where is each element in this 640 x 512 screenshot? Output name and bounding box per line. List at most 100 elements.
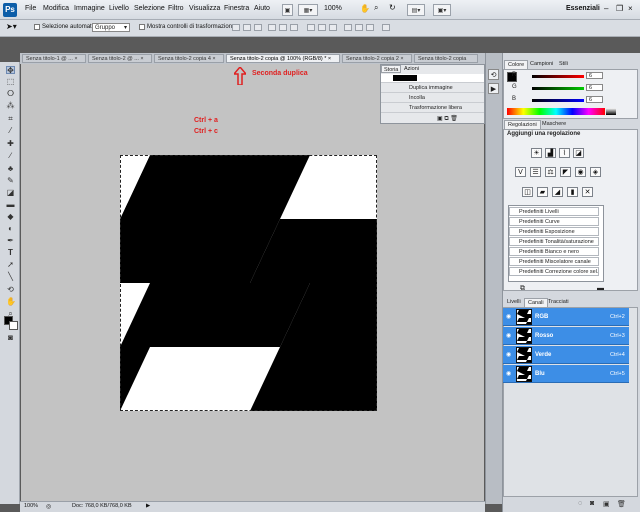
gradient-map-icon[interactable]: ▮ <box>567 187 578 197</box>
grayscale-ramp[interactable] <box>606 108 616 115</box>
minimize-icon[interactable]: – <box>604 4 608 13</box>
curves-icon[interactable]: ⌇ <box>559 148 570 158</box>
eyedropper-tool-icon[interactable]: ⁄ <box>6 127 15 135</box>
eye-icon[interactable]: ◉ <box>506 313 511 320</box>
rotate-view-icon[interactable]: ↻ <box>389 3 396 12</box>
brush-tool-icon[interactable]: ∕ <box>6 152 15 160</box>
eye-icon[interactable]: ◉ <box>506 370 511 377</box>
history-panel-icon[interactable]: ⟲ <box>488 69 499 80</box>
3d-rotate-tool-icon[interactable]: ⟲ <box>6 286 15 294</box>
hand-icon[interactable]: ✋ <box>360 4 370 13</box>
tab-tracciati[interactable]: Tracciati <box>545 298 572 307</box>
preset-exposure[interactable]: Predefiniti Esposizione <box>509 227 599 236</box>
menu-aiuto[interactable]: Aiuto <box>254 5 270 12</box>
menu-filtro[interactable]: Filtro <box>168 5 184 12</box>
preset-levels[interactable]: Predefiniti Livelli <box>509 207 599 216</box>
channel-mixer-icon[interactable]: ◈ <box>590 167 601 177</box>
workspace-switcher[interactable]: Essenziali <box>566 5 600 12</box>
auto-align-icon[interactable] <box>382 24 390 31</box>
status-menu-arrow-icon[interactable]: ▶ <box>146 503 150 509</box>
status-info-icon[interactable]: ◎ <box>46 503 51 510</box>
eye-icon[interactable]: ◉ <box>506 332 511 339</box>
menu-modifica[interactable]: Modifica <box>43 5 69 12</box>
r-slider[interactable] <box>532 75 584 78</box>
align-vcenter-icon[interactable] <box>243 24 251 31</box>
pen-tool-icon[interactable]: ✒ <box>6 237 15 245</box>
tab-copia-4[interactable]: Senza titolo-2 copia 4 × <box>154 54 224 63</box>
menu-file[interactable]: File <box>25 5 36 12</box>
history-row[interactable]: Duplica immagine <box>381 84 484 93</box>
distribute-hcenter-icon[interactable] <box>355 24 363 31</box>
dodge-tool-icon[interactable]: ◐ <box>6 225 15 233</box>
preset-bw[interactable]: Predefiniti Bianco e nero <box>509 247 599 256</box>
photo-filter-icon[interactable]: ◉ <box>575 167 586 177</box>
close-icon[interactable]: × <box>628 4 633 13</box>
stamp-tool-icon[interactable]: ♣ <box>6 165 15 173</box>
threshold-icon[interactable]: ◢ <box>552 187 563 197</box>
exposure-icon[interactable]: ◪ <box>573 148 584 158</box>
zoom-icon[interactable]: ⌕ <box>374 3 378 13</box>
status-zoom[interactable]: 100% <box>24 503 38 509</box>
menu-immagine[interactable]: Immagine <box>74 5 105 12</box>
history-brush-tool-icon[interactable]: ✎ <box>6 177 15 185</box>
hand-tool-icon[interactable]: ✋ <box>6 298 16 306</box>
shape-tool-icon[interactable]: ╲ <box>6 273 15 281</box>
auto-select-checkbox[interactable] <box>34 24 40 30</box>
b-slider[interactable] <box>532 99 584 102</box>
brightness-icon[interactable]: ☀ <box>531 148 542 158</box>
tab-copia-active[interactable]: Senza titolo-2 copia @ 100% (RGB/8) * × <box>226 54 340 63</box>
eraser-tool-icon[interactable]: ◪ <box>6 189 15 197</box>
gradient-tool-icon[interactable]: ▬ <box>6 201 15 209</box>
invert-icon[interactable]: ◫ <box>522 187 533 197</box>
distribute-bottom-icon[interactable] <box>329 24 337 31</box>
crop-tool-icon[interactable]: ⌗ <box>6 115 15 123</box>
g-slider[interactable] <box>532 87 584 90</box>
menu-finestra[interactable]: Finestra <box>224 5 249 12</box>
preset-curves[interactable]: Predefiniti Curve <box>509 217 599 226</box>
align-hcenter-icon[interactable] <box>279 24 287 31</box>
move-tool-icon[interactable]: ➤▾ <box>6 22 17 31</box>
distribute-right-icon[interactable] <box>366 24 374 31</box>
arrange-icon[interactable]: ▤▾ <box>407 4 425 16</box>
b-value-input[interactable]: 6 <box>586 96 603 103</box>
hue-sat-icon[interactable]: ☰ <box>530 167 541 177</box>
history-snapshot[interactable] <box>381 74 484 83</box>
menu-visualizza[interactable]: Visualizza <box>189 5 220 12</box>
marquee-tool-icon[interactable]: ⬚ <box>6 78 15 86</box>
vibrance-icon[interactable]: V <box>515 167 526 177</box>
restore-icon[interactable]: ❐ <box>616 4 623 13</box>
group-select[interactable]: Gruppo ▾ <box>92 23 130 32</box>
actions-panel-icon[interactable]: ▶ <box>488 83 499 94</box>
tab-azioni[interactable]: Azioni <box>402 65 421 73</box>
lasso-tool-icon[interactable]: ⵔ <box>6 90 15 98</box>
show-transform-checkbox[interactable] <box>139 24 145 30</box>
new-channel-icon[interactable]: ▣ <box>603 500 610 508</box>
tab-colore[interactable]: Colore <box>504 60 529 69</box>
tab-regolazioni[interactable]: Regolazioni <box>504 120 541 129</box>
posterize-icon[interactable]: ▰ <box>537 187 548 197</box>
view-extras-icon[interactable]: ▦▾ <box>298 4 318 16</box>
levels-icon[interactable]: ▟ <box>545 148 556 158</box>
distribute-vcenter-icon[interactable] <box>318 24 326 31</box>
tab-campioni[interactable]: Campioni <box>527 60 556 69</box>
color-spectrum-bar[interactable] <box>507 108 605 115</box>
menu-selezione[interactable]: Selezione <box>134 5 165 12</box>
tab-storia[interactable]: Storia <box>381 65 402 73</box>
tab-copia-2[interactable]: Senza titolo-2 copia 2 × <box>342 54 412 63</box>
tab-livelli[interactable]: Livelli <box>504 298 524 307</box>
distribute-left-icon[interactable] <box>344 24 352 31</box>
menu-livello[interactable]: Livello <box>109 5 129 12</box>
tab-senza-titolo-1[interactable]: Senza titolo-1 @ ... × <box>22 54 86 63</box>
tab-maschere[interactable]: Maschere <box>539 120 569 129</box>
move-tool-icon[interactable]: ✥ <box>6 66 15 75</box>
selective-color-icon[interactable]: ✕ <box>582 187 593 197</box>
black-white-icon[interactable]: ◤ <box>560 167 571 177</box>
tab-stili[interactable]: Stili <box>556 60 571 69</box>
zoom-level[interactable]: 100% <box>324 5 342 12</box>
save-selection-icon[interactable]: ◙ <box>590 500 594 507</box>
path-select-tool-icon[interactable]: ➚ <box>6 261 15 269</box>
r-value-input[interactable]: 6 <box>586 72 603 79</box>
clip-layer-icon[interactable]: ⧉ <box>520 285 525 293</box>
g-value-input[interactable]: 6 <box>586 84 603 91</box>
history-row[interactable]: Incolla <box>381 94 484 103</box>
